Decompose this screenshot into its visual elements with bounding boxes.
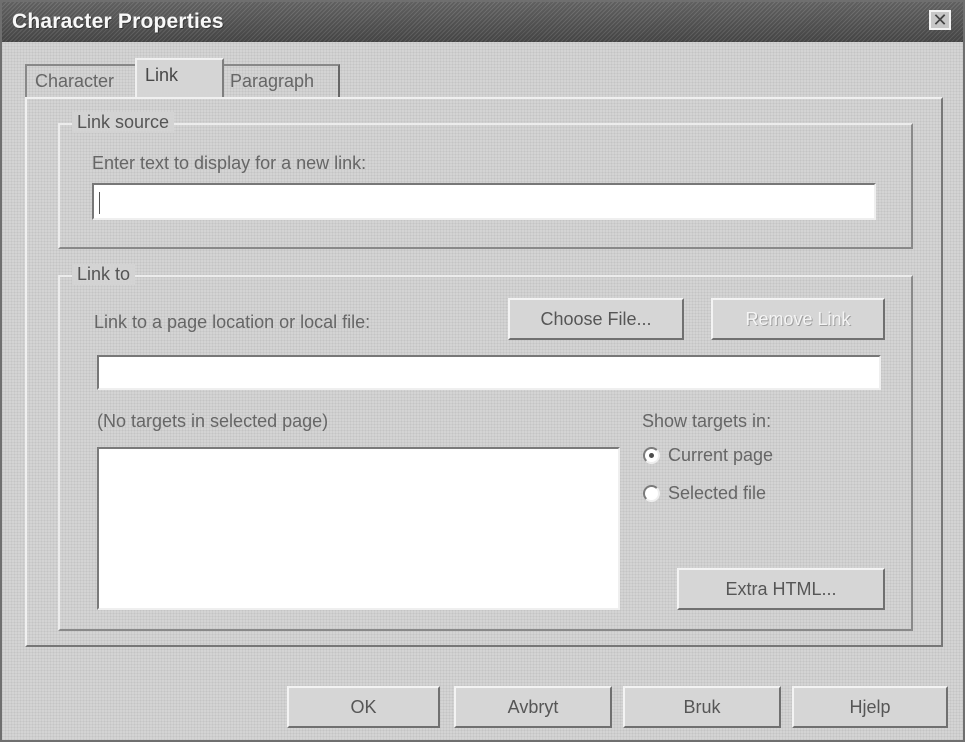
close-button[interactable]: ✕ — [929, 10, 951, 30]
cancel-button[interactable]: Avbryt — [454, 686, 612, 728]
tab-paragraph[interactable]: Paragraph — [222, 64, 340, 97]
choose-file-label: Choose File... — [540, 308, 652, 329]
tab-link[interactable]: Link — [135, 58, 224, 97]
close-icon: ✕ — [932, 10, 948, 30]
remove-link-button[interactable]: Remove Link — [711, 298, 885, 340]
dialog-action-bar: OK Avbryt Bruk Hjelp — [2, 682, 963, 740]
remove-link-label: Remove Link — [745, 308, 851, 329]
selected-file-radio[interactable] — [643, 484, 660, 502]
current-page-radio[interactable] — [643, 446, 660, 464]
link-display-text-field[interactable] — [92, 183, 876, 220]
ok-button[interactable]: OK — [287, 686, 440, 728]
link-source-legend: Link source — [72, 112, 175, 133]
targets-list[interactable] — [97, 447, 620, 610]
radio-current-page-row[interactable]: Current page — [643, 441, 773, 469]
link-tab-panel: Link source Enter text to display for a … — [25, 97, 943, 647]
ok-label: OK — [350, 696, 377, 717]
text-cursor — [99, 192, 100, 214]
link-target-label: Link to a page location or local file: — [94, 312, 371, 332]
targets-status-label: (No targets in selected page) — [97, 411, 329, 431]
link-source-group: Link source Enter text to display for a … — [58, 112, 913, 249]
link-display-label: Enter text to display for a new link: — [92, 153, 367, 173]
apply-label: Bruk — [683, 696, 721, 717]
cancel-label: Avbryt — [507, 696, 559, 717]
link-to-group: Link to Link to a page location or local… — [58, 264, 913, 631]
help-label: Hjelp — [849, 696, 891, 717]
tab-character[interactable]: Character — [25, 64, 135, 97]
radio-selected-file-row[interactable]: Selected file — [643, 479, 766, 507]
current-page-label: Current page — [668, 444, 774, 465]
extra-html-label: Extra HTML... — [725, 578, 837, 599]
extra-html-button[interactable]: Extra HTML... — [677, 568, 885, 610]
selected-file-label: Selected file — [668, 482, 767, 503]
choose-file-button[interactable]: Choose File... — [508, 298, 684, 340]
show-targets-label: Show targets in: — [642, 411, 772, 431]
help-button[interactable]: Hjelp — [792, 686, 948, 728]
title-bar: Character Properties ✕ — [2, 2, 963, 42]
window-title: Character Properties — [12, 10, 224, 33]
apply-button[interactable]: Bruk — [623, 686, 781, 728]
link-url-field[interactable] — [97, 355, 881, 390]
link-to-legend: Link to — [72, 264, 136, 285]
character-properties-dialog: Character Properties ✕ Character Link Pa… — [0, 0, 965, 742]
